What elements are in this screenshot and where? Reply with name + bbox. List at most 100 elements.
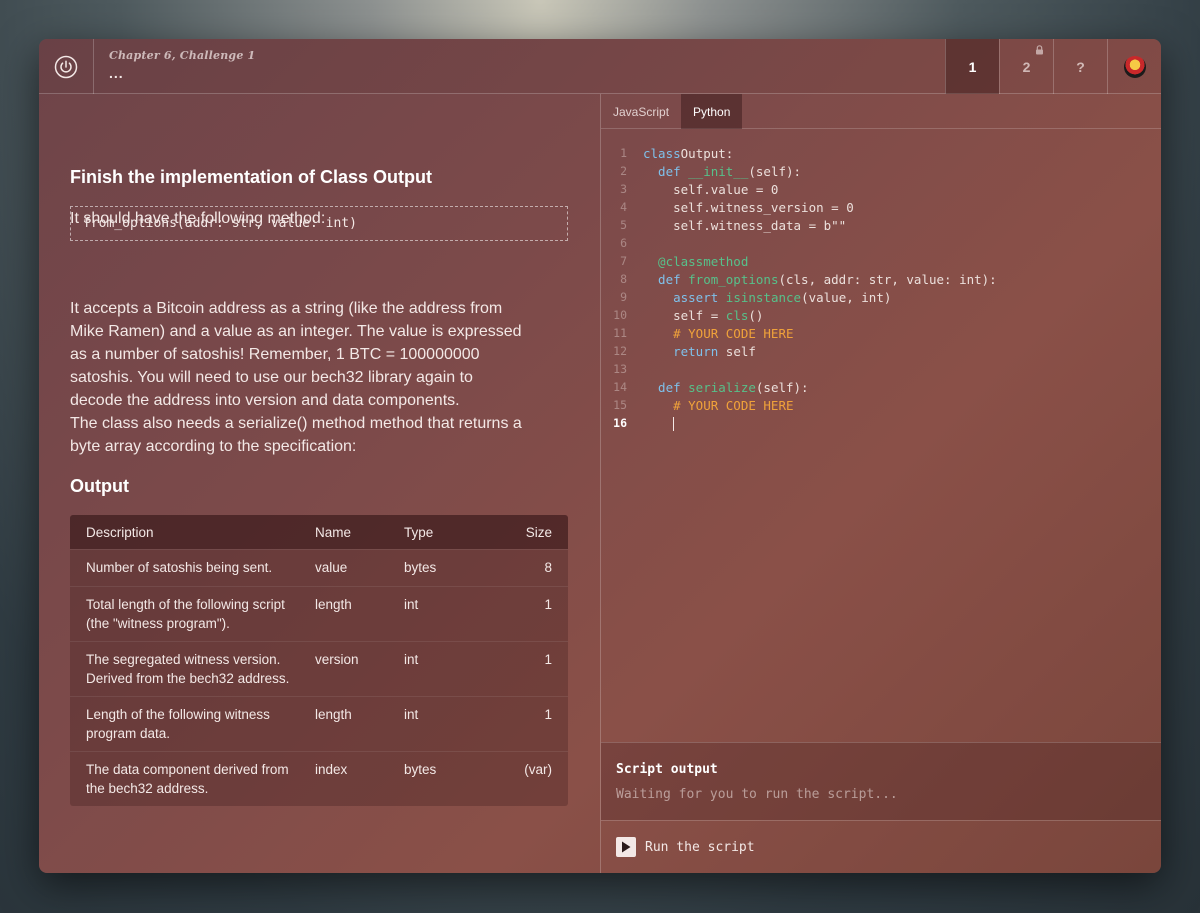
power-button[interactable] (39, 39, 94, 94)
cell-type: int (404, 707, 419, 722)
run-script-label: Run the script (645, 839, 755, 855)
code-token: (value, int) (801, 289, 892, 305)
line-number: 11 (613, 326, 627, 340)
table-row: Number of satoshis being sent. value byt… (70, 549, 568, 586)
tab-label: 1 (968, 58, 977, 75)
cell-name: version (315, 652, 359, 667)
code-token: __init__ (688, 163, 749, 179)
description-line: The class also needs a serialize() metho… (70, 415, 522, 432)
description-line: satoshis. You will need to use our bech3… (70, 369, 473, 386)
desc-line: Total length of the following script (86, 597, 285, 612)
tab-python[interactable]: Python (681, 94, 743, 129)
code-line[interactable]: 12 return self (601, 342, 1161, 360)
code-line[interactable]: 14 def serialize(self): (601, 378, 1161, 396)
power-icon (54, 55, 78, 78)
cell-name: length (315, 597, 352, 612)
chapter-title: Chapter 6, Challenge 1 (109, 49, 256, 62)
method-signature: from_options(addr: str, value: int) (70, 206, 568, 241)
tab-challenge-1[interactable]: 1 (945, 39, 999, 94)
code-line[interactable]: 11 # YOUR CODE HERE (601, 324, 1161, 342)
avatar (1123, 55, 1146, 78)
editor-panel: JavaScript Python 1 classOutput: 2 def __i… (600, 94, 1161, 873)
code-text: def __init__(self): (635, 164, 801, 179)
cell-size: 1 (544, 652, 552, 667)
column-header-description: Description (86, 524, 154, 540)
code-line[interactable]: 2 def __init__(self): (601, 162, 1161, 180)
cell-type: int (404, 652, 419, 667)
code-line[interactable]: 13 (601, 360, 1161, 378)
challenge-subtitle: ... (109, 65, 124, 81)
cell-description: The data component derived from the bech3… (70, 760, 315, 798)
code-line[interactable]: 4 self.witness_version = 0 (601, 198, 1161, 216)
code-line[interactable]: 15 # YOUR CODE HERE (601, 396, 1161, 414)
line-number: 9 (620, 290, 627, 304)
cell-type: bytes (404, 762, 437, 777)
cell-name: length (315, 707, 352, 722)
code-line[interactable]: 1 classOutput: (601, 144, 1161, 162)
code-text: return self (635, 344, 756, 359)
run-script-button[interactable]: Run the script (616, 837, 755, 857)
code-line[interactable]: 16 (601, 414, 1161, 432)
code-text: self.value = 0 (635, 182, 778, 197)
tab-label: 2 (1022, 58, 1031, 75)
code-line[interactable]: 3 self.value = 0 (601, 180, 1161, 198)
cell-description: Length of the following witness program d… (70, 705, 315, 743)
tab-help[interactable]: ? (1053, 39, 1107, 94)
cell-size: 8 (544, 560, 552, 575)
code-line[interactable]: 9 assert isinstance(value, int) (601, 288, 1161, 306)
cell-description: Number of satoshis being sent. (70, 558, 315, 578)
code-token: from_options (688, 271, 779, 287)
code-token: # YOUR CODE HERE (643, 397, 794, 413)
line-number: 1 (620, 146, 627, 160)
code-token: cls (725, 307, 749, 323)
code-line[interactable]: 7 @classmethod (601, 252, 1161, 270)
lock-icon (1036, 45, 1043, 55)
line-number: 13 (613, 362, 627, 376)
code-token: @classmethod (643, 253, 749, 269)
line-number: 12 (613, 344, 627, 358)
line-number: 3 (620, 182, 627, 196)
code-token: serialize (688, 379, 756, 395)
code-token: (self): (748, 163, 802, 179)
tab-challenge-2[interactable]: 2 (999, 39, 1053, 94)
code-text: assert isinstance(value, int) (635, 290, 891, 305)
desc-line: program data. (86, 726, 171, 741)
code-line[interactable]: 5 self.witness_data = b"" (601, 216, 1161, 234)
code-line[interactable]: 8 def from_options(cls, addr: str, value… (601, 270, 1161, 288)
line-number: 15 (613, 398, 627, 412)
code-token: def (643, 163, 689, 179)
description-line: decode the address into version and data… (70, 392, 460, 409)
line-number: 2 (620, 164, 627, 178)
description-line: It accepts a Bitcoin address as a string… (70, 300, 503, 317)
code-line[interactable]: 6 (601, 234, 1161, 252)
code-token: self.witness_version = 0 (643, 199, 854, 215)
code-text: @classmethod (635, 254, 748, 269)
tab-javascript[interactable]: JavaScript (601, 94, 681, 129)
table-row: Length of the following witness program d… (70, 696, 568, 751)
line-number: 6 (620, 236, 627, 250)
desc-line: Number of satoshis being sent. (86, 560, 273, 575)
code-line[interactable]: 10 self = cls() (601, 306, 1161, 324)
profile-button[interactable] (1107, 39, 1161, 94)
code-editor[interactable]: 1 classOutput: 2 def __init__(self): 3 self… (601, 144, 1161, 744)
tab-label: ? (1076, 58, 1085, 75)
code-text (635, 415, 675, 431)
code-token: (self): (755, 379, 809, 395)
code-token: () (748, 307, 764, 323)
table-header-row: Description Name Type Size (70, 515, 568, 549)
code-token: assert (643, 289, 726, 305)
cell-size: 1 (544, 597, 552, 612)
script-output-panel: Script output Waiting for you to run the… (601, 742, 1161, 820)
cell-name: value (315, 560, 348, 575)
desc-line: Derived from the bech32 address. (86, 671, 290, 686)
output-heading: Output (70, 476, 129, 496)
header-bar: Chapter 6, Challenge 1 ... 1 2 ? (39, 39, 1161, 94)
lesson-heading: Finish the implementation of Class Outpu… (70, 167, 433, 187)
column-header-name: Name (315, 524, 352, 540)
table-row: The segregated witness version. Derived f… (70, 641, 568, 696)
cell-size: (var) (524, 762, 552, 777)
desc-line: (the "witness program"). (86, 616, 230, 631)
play-icon (616, 837, 636, 857)
code-token: self.value = 0 (643, 181, 779, 197)
lesson-panel: Finish the implementation of Class Outpu… (39, 94, 600, 873)
